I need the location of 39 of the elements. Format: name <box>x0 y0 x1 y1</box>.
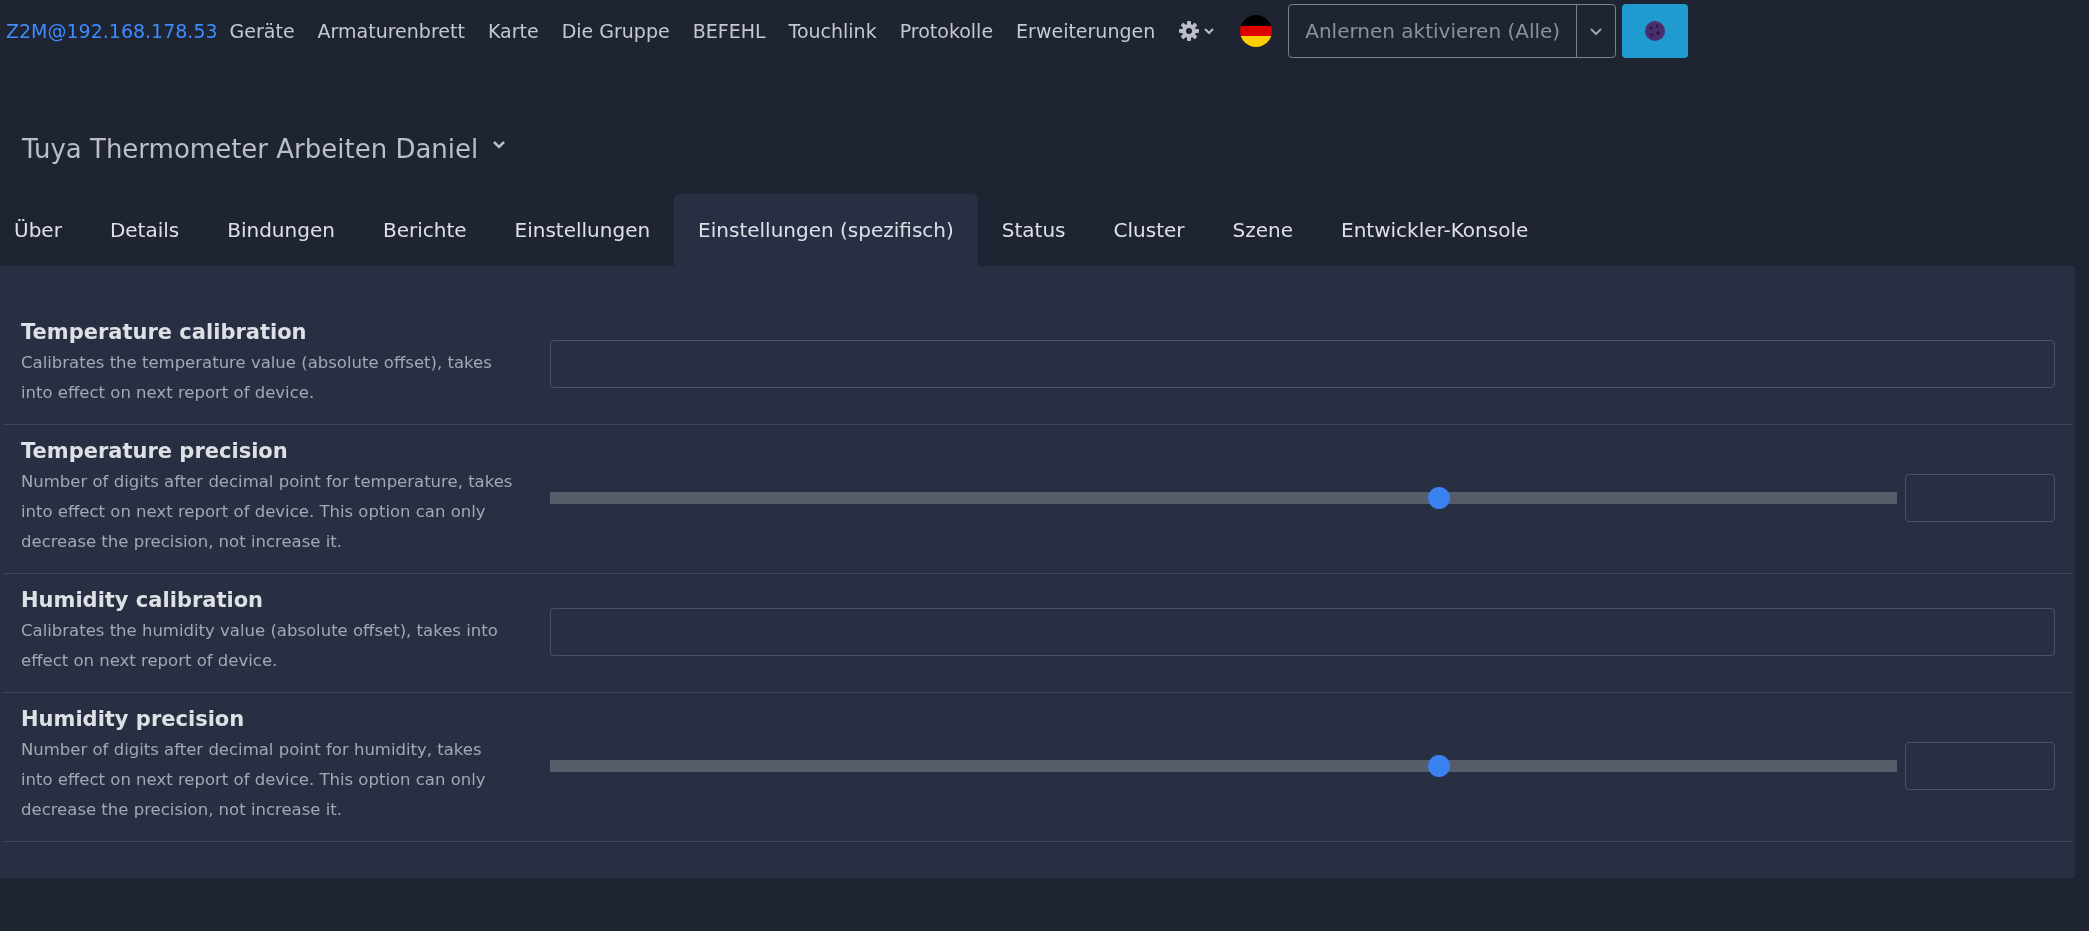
nav-link[interactable]: Karte <box>487 20 539 42</box>
tab[interactable]: Details <box>85 194 204 266</box>
tab[interactable]: Status <box>977 194 1090 266</box>
brand-link[interactable]: Z2M@192.168.178.53 <box>6 20 218 42</box>
setting-title: Temperature precision <box>21 439 289 463</box>
cookie-icon <box>1643 19 1668 43</box>
input-field[interactable] <box>1905 474 2055 522</box>
slider-thumb[interactable] <box>1428 755 1450 777</box>
setting-description: Number of digits after decimal point for temperature, takes into effect on next report of device. This option can only decrease the precision, not increase it. <box>21 471 514 553</box>
caret-icon[interactable] <box>492 140 507 150</box>
input-field[interactable] <box>1905 742 2055 790</box>
nav-link[interactable]: Geräte <box>229 20 295 42</box>
tab[interactable]: Cluster <box>1089 194 1209 266</box>
nav-link[interactable]: Protokolle <box>899 20 994 42</box>
nav-link[interactable]: Erweiterungen <box>1016 20 1156 42</box>
input-field[interactable] <box>550 608 2055 656</box>
tab[interactable]: Einstellungen <box>490 194 675 266</box>
input-field[interactable] <box>550 340 2055 388</box>
setting-title: Temperature calibration <box>21 320 308 344</box>
device-title[interactable]: Tuya Thermometer Arbeiten Daniel <box>22 134 479 164</box>
tab[interactable]: Bindungen <box>203 194 359 266</box>
permit-join-button[interactable] <box>1622 4 1689 58</box>
permit-join-select[interactable]: Anlernen aktivieren (Alle) <box>1288 4 1617 58</box>
tab[interactable]: Berichte <box>358 194 491 266</box>
setting-description: Number of digits after decimal point for humidity, takes into effect on next report of device. This option can only decrease the precision, not increase it. <box>21 739 487 821</box>
nav-link[interactable]: Touchlink <box>788 20 877 42</box>
tab[interactable]: Einstellungen (spezifisch) <box>674 194 978 266</box>
tab[interactable]: Szene <box>1208 194 1318 266</box>
slider-thumb[interactable] <box>1428 487 1450 509</box>
setting-description: Calibrates the humidity value (absolute offset), takes into effect on next report of device. <box>21 620 499 672</box>
setting-description: Calibrates the temperature value (absolute offset), takes into effect on next report of device. <box>21 352 493 404</box>
nav-link[interactable]: BEFEHL <box>692 20 766 42</box>
nav-link[interactable]: Armaturenbrett <box>317 20 465 42</box>
setting-title: Humidity calibration <box>21 588 265 612</box>
tab[interactable]: Entwickler-Konsole <box>1317 194 1553 266</box>
nav-link[interactable]: Die Gruppe <box>561 20 670 42</box>
flag-icon[interactable] <box>1240 15 1273 47</box>
tab[interactable]: Über <box>0 194 86 266</box>
setting-title: Humidity precision <box>21 707 246 731</box>
